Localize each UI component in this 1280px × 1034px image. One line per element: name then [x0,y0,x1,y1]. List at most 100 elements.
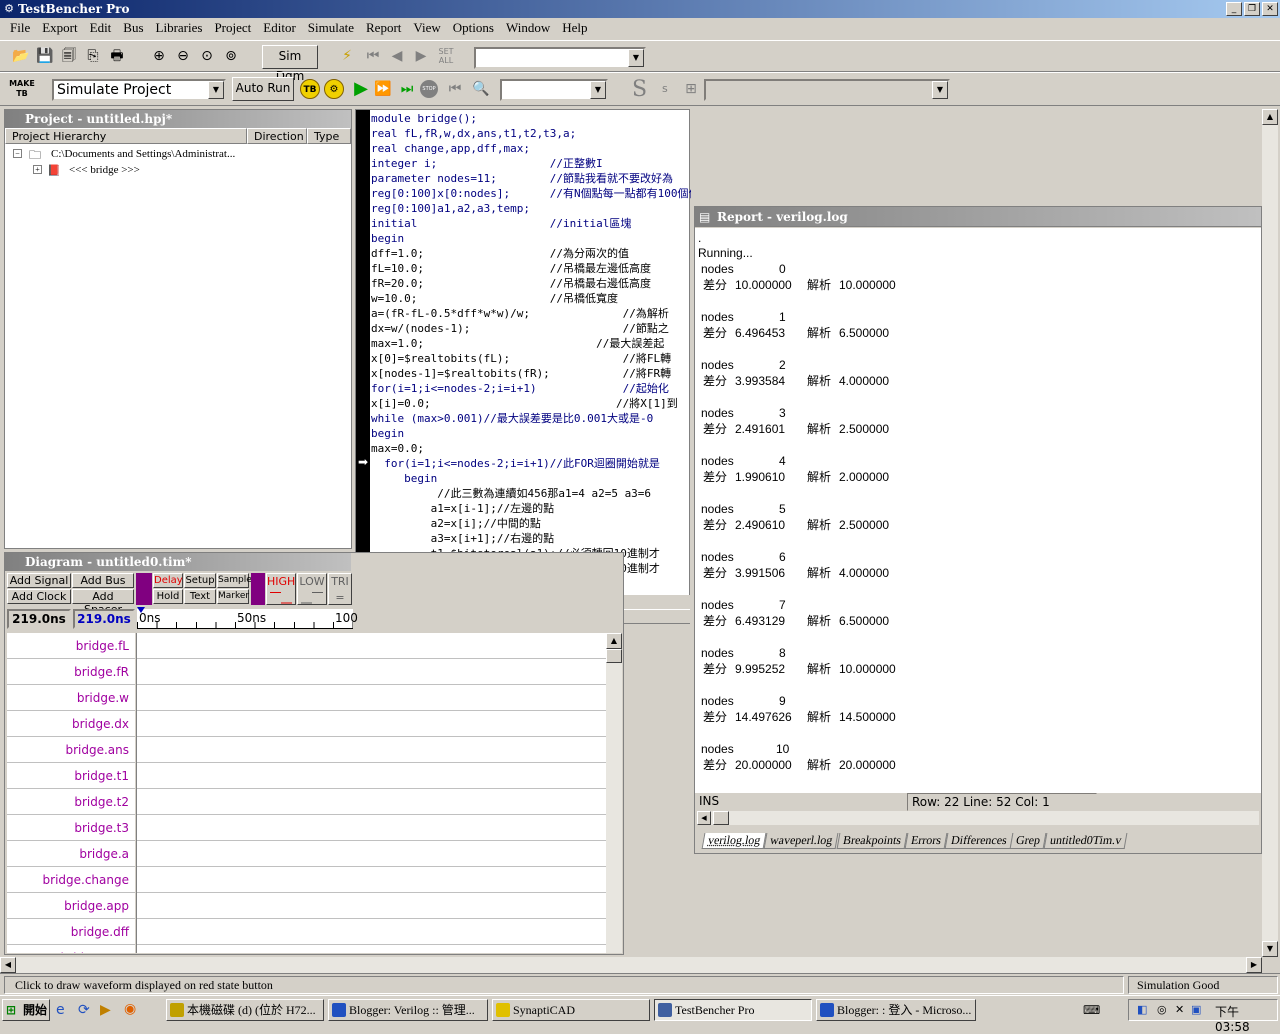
tab-differences[interactable]: Differences [944,833,1013,849]
print-icon[interactable]: 🖶 [106,45,128,67]
low-button[interactable]: LOW ⎽⎺ [297,573,327,605]
tree-root[interactable]: − 🗀 C:\Documents and Settings\Administra… [5,146,351,162]
firefox-icon[interactable]: ◉ [124,1001,136,1017]
add-spacer-button[interactable]: Add Spacer [72,589,134,616]
quicklaunch-icon[interactable]: ⟳ [78,1002,90,1018]
set-all-button[interactable]: SET ALL [434,47,458,65]
menu-editor[interactable]: Editor [257,20,302,36]
taskbar-item[interactable]: Blogger: : 登入 - Microso... [816,999,976,1021]
signal-name[interactable]: bridge.change [7,867,135,893]
add-clock-button[interactable]: Add Clock [7,589,71,604]
menu-report[interactable]: Report [360,20,407,36]
signal-name[interactable]: bridge.app [7,893,135,919]
signal-waveform-row[interactable] [137,763,606,789]
chevron-down-icon[interactable]: ▼ [590,81,606,99]
text-button[interactable]: Text [184,589,216,604]
prev-icon[interactable]: ◀ [386,45,408,67]
auto-run-button[interactable]: Auto Run [232,77,294,101]
delay-button[interactable]: Delay [153,573,183,588]
next-icon[interactable]: ▶ [410,45,432,67]
run-icon[interactable]: ▶ [350,78,372,100]
time-display-2[interactable]: 219.0ns [73,609,135,629]
chevron-down-icon[interactable]: ▼ [208,81,224,99]
magnifier-icon[interactable]: 🔍 [470,78,492,100]
scroll-thumb[interactable] [713,811,729,825]
setup-button[interactable]: Setup [184,573,216,588]
high-button[interactable]: HIGH ⎺⎽ [266,573,296,605]
signal-waveform-row[interactable] [137,711,606,737]
menu-options[interactable]: Options [447,20,500,36]
zoom-range-icon[interactable]: ⊚ [220,45,242,67]
signal-name[interactable]: bridge.dx [7,711,135,737]
minimize-button[interactable]: _ [1226,2,1242,16]
taskbar-item[interactable]: Blogger: Verilog :: 管理... [328,999,488,1021]
s-small-icon[interactable]: s [662,82,668,95]
collapse-icon[interactable]: − [13,149,22,158]
signal-waveform-row[interactable] [137,893,606,919]
tray-icon-2[interactable]: ◎ [1157,1003,1167,1016]
menu-window[interactable]: Window [500,20,556,36]
tray-icon-1[interactable]: ◧ [1137,1003,1147,1016]
main-hscroll[interactable]: ◀ ▶ [0,957,1262,973]
add-bus-button[interactable]: Add Bus [72,573,134,588]
tree-child[interactable]: + 📕 <<< bridge >>> [5,162,351,178]
tab-breakpoints[interactable]: Breakpoints [836,833,908,849]
first-icon[interactable]: ⏮ [362,45,384,67]
scroll-down-icon[interactable]: ▼ [1262,941,1278,957]
diagram-vscroll[interactable]: ▲ [606,633,622,953]
scroll-left-icon[interactable]: ◀ [697,811,711,825]
rewind-icon[interactable]: ⏮ [444,78,466,100]
tab-waveperl-log[interactable]: waveperl.log [763,833,840,849]
taskbar-item[interactable]: TestBencher Pro [654,999,812,1021]
signal-name[interactable]: bridge.t3 [7,815,135,841]
menu-simulate[interactable]: Simulate [302,20,360,36]
menu-file[interactable]: File [4,20,36,36]
media-icon[interactable]: ▶ [100,1002,111,1018]
menu-export[interactable]: Export [36,20,83,36]
signal-waveform-row[interactable] [137,737,606,763]
time-display-1[interactable]: 219.0ns [7,609,71,629]
signal-waveform-row[interactable] [137,815,606,841]
menu-bus[interactable]: Bus [117,20,149,36]
expand-icon[interactable]: + [33,165,42,174]
report-hscroll[interactable]: ◀ [697,811,1259,825]
timeline-ruler[interactable]: 0ns 50ns 100 [137,609,358,629]
taskbar-item[interactable]: SynaptiCAD [492,999,650,1021]
signal-name[interactable]: bridge.fL [7,633,135,659]
sim-dgm-button[interactable]: Sim Dgm [262,45,318,83]
s-big-icon[interactable]: S [632,77,647,102]
ie-icon[interactable]: e [56,1002,65,1018]
cursor-marker-icon[interactable] [137,607,145,613]
signal-name[interactable]: bridge.dff [7,919,135,945]
signal-waveform-row[interactable] [137,841,606,867]
tab-untitled0tim-v[interactable]: untitled0Tim.v [1043,833,1129,849]
scroll-right-icon[interactable]: ▶ [1246,957,1262,973]
signal-name[interactable]: bridge.t2 [7,789,135,815]
tray-icon-4[interactable]: ▣ [1191,1003,1201,1016]
signal-waveforms[interactable] [136,633,606,953]
code-text[interactable]: module bridge(); real fL,fR,w,dx,ans,t1,t… [371,111,691,581]
toolbar-combo-1[interactable]: ▼ [474,47,646,69]
tray-icon-3[interactable]: ✕ [1175,1003,1184,1016]
step-icon[interactable]: ⏩ [372,78,394,100]
close-button[interactable]: ✕ [1262,2,1278,16]
taskbar-item[interactable]: 本機磁碟 (d) (位於 H72... [166,999,324,1021]
hierarchy-icon[interactable]: ⊞ [680,78,702,100]
scroll-left-icon[interactable]: ◀ [0,957,16,973]
zoom-in-icon[interactable]: ⊕ [148,45,170,67]
stop-icon[interactable]: STOP [420,80,438,98]
signal-waveform-row[interactable] [137,867,606,893]
menu-libraries[interactable]: Libraries [150,20,209,36]
keyboard-icon[interactable]: ⌨ [1083,1003,1100,1017]
signal-waveform-row[interactable] [137,945,606,953]
app-icon[interactable]: ⚙ [2,2,16,16]
col-hierarchy[interactable]: Project Hierarchy [5,128,247,144]
signal-name[interactable]: bridge.fR [7,659,135,685]
scroll-up-icon[interactable]: ▲ [1262,109,1278,125]
hold-button[interactable]: Hold [153,589,183,604]
menu-project[interactable]: Project [208,20,257,36]
scroll-thumb[interactable] [606,649,622,663]
toolbar-combo-2[interactable]: ▼ [500,79,608,101]
zoom-out-icon[interactable]: ⊖ [172,45,194,67]
signal-waveform-row[interactable] [137,659,606,685]
